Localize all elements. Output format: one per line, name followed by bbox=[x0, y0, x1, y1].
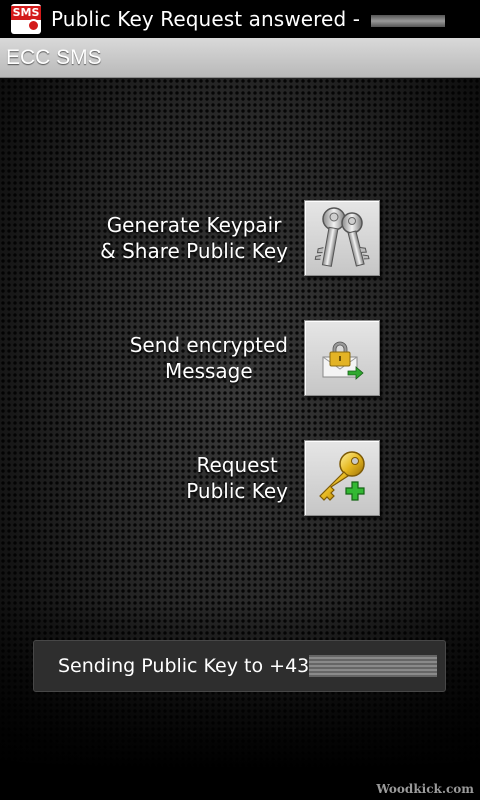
sms-app-icon: SMS bbox=[11, 4, 41, 34]
redacted-phone-block bbox=[309, 655, 438, 677]
watermark: Woodkick.com bbox=[376, 782, 474, 796]
action-request-key: Request Public Key bbox=[186, 440, 380, 516]
toast-message: Sending Public Key to +43 bbox=[58, 655, 310, 677]
sms-app-icon-label: SMS bbox=[11, 6, 41, 20]
notification-ticker[interactable]: Public Key Request answered - bbox=[51, 7, 445, 31]
action-generate-keypair: Generate Keypair & Share Public Key bbox=[100, 200, 380, 276]
notification-text: Public Key Request answered - bbox=[51, 7, 367, 31]
request-key-label: Request Public Key bbox=[186, 453, 288, 503]
app-title: ECC SMS bbox=[6, 45, 102, 69]
send-encrypted-button[interactable] bbox=[304, 320, 380, 396]
add-key-icon bbox=[319, 451, 365, 501]
generate-keypair-label: Generate Keypair & Share Public Key bbox=[100, 213, 288, 263]
redacted-number-block bbox=[370, 14, 445, 27]
status-bar: SMS Public Key Request answered - bbox=[0, 0, 480, 38]
generate-keypair-button[interactable] bbox=[304, 200, 380, 276]
request-key-button[interactable] bbox=[304, 440, 380, 516]
keys-icon bbox=[314, 207, 370, 267]
action-send-encrypted: Send encrypted Message bbox=[130, 320, 380, 396]
pen-badge-icon bbox=[27, 19, 40, 32]
send-encrypted-label: Send encrypted Message bbox=[129, 333, 288, 383]
action-bar: ECC SMS bbox=[0, 38, 480, 78]
toast-notification: Sending Public Key to +43 bbox=[33, 640, 446, 692]
encrypted-mail-icon bbox=[322, 341, 364, 380]
